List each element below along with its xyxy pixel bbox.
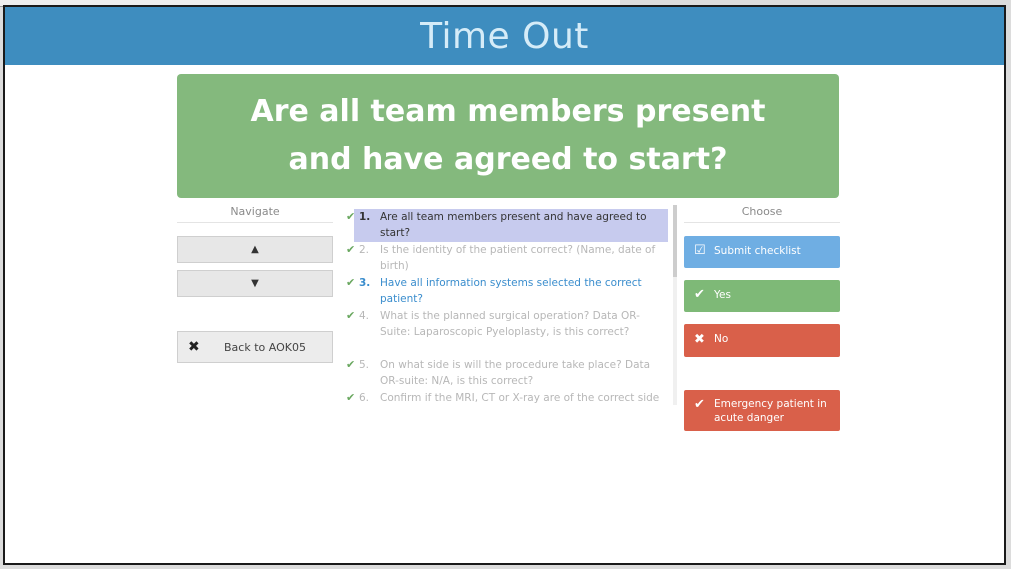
item-number: 6.	[359, 392, 370, 403]
close-icon: ✖	[188, 339, 200, 355]
choose-panel: Choose ☑ Submit checklist ✔ Yes ✖ No ✔ E…	[684, 204, 840, 431]
submit-checklist-button[interactable]: ☑ Submit checklist	[684, 236, 840, 268]
no-label: No	[714, 333, 729, 345]
item-number: 3.	[359, 277, 371, 289]
emergency-patient-button[interactable]: ✔ Emergency patient in acute danger	[684, 390, 840, 431]
check-icon: ✔	[346, 210, 356, 223]
navigate-up-button[interactable]: ▲	[177, 236, 333, 263]
back-button[interactable]: ✖ Back to AOK05	[177, 331, 333, 363]
current-question-text: Are all team members present and have ag…	[250, 94, 766, 177]
yes-label: Yes	[714, 289, 731, 301]
title-bar: Time Out	[5, 7, 1004, 65]
checklist-scrollbar[interactable]	[673, 205, 677, 405]
item-text: Is the identity of the patient correct? …	[380, 244, 656, 273]
arrow-up-icon: ▲	[251, 244, 259, 255]
item-number: 1.	[359, 211, 371, 223]
window-title: Time Out	[420, 15, 589, 57]
time-out-window: Time Out Are all team members present an…	[3, 5, 1006, 565]
choose-header: Choose	[684, 204, 840, 223]
check-icon: ✔	[346, 276, 356, 289]
submit-label: Submit checklist	[714, 245, 801, 257]
check-icon: ✔	[346, 391, 356, 403]
checkbox-icon: ☑	[694, 243, 706, 258]
no-button[interactable]: ✖ No	[684, 324, 840, 357]
check-icon: ✔	[346, 309, 356, 322]
scrollbar-thumb[interactable]	[673, 205, 677, 277]
item-text: What is the planned surgical operation? …	[380, 310, 640, 339]
yes-button[interactable]: ✔ Yes	[684, 280, 840, 312]
emergency-label: Emergency patient in acute danger	[714, 398, 827, 424]
item-text: Confirm if the MRI, CT or X-ray are of t…	[380, 392, 660, 403]
navigate-down-button[interactable]: ▼	[177, 270, 333, 297]
close-icon: ✖	[694, 332, 705, 347]
item-text: Have all information systems selected th…	[380, 277, 642, 306]
checklist: ✔ 1. Are all team members present and ha…	[340, 203, 672, 403]
item-number: 5.	[359, 359, 370, 371]
item-number: 2.	[359, 244, 370, 256]
navigate-header: Navigate	[177, 204, 333, 223]
check-icon: ✔	[694, 397, 705, 412]
item-number: 4.	[359, 310, 370, 322]
check-icon: ✔	[346, 358, 356, 371]
item-text: On what side is will the procedure take …	[380, 359, 651, 388]
arrow-down-icon: ▼	[251, 278, 259, 289]
item-text: Are all team members present and have ag…	[380, 211, 647, 240]
check-icon: ✔	[694, 287, 705, 302]
current-question-banner: Are all team members present and have ag…	[177, 74, 839, 198]
back-button-label: Back to AOK05	[224, 341, 306, 354]
navigate-panel: Navigate ▲ ▼ ✖ Back to AOK05	[177, 204, 333, 363]
check-icon: ✔	[346, 243, 356, 256]
